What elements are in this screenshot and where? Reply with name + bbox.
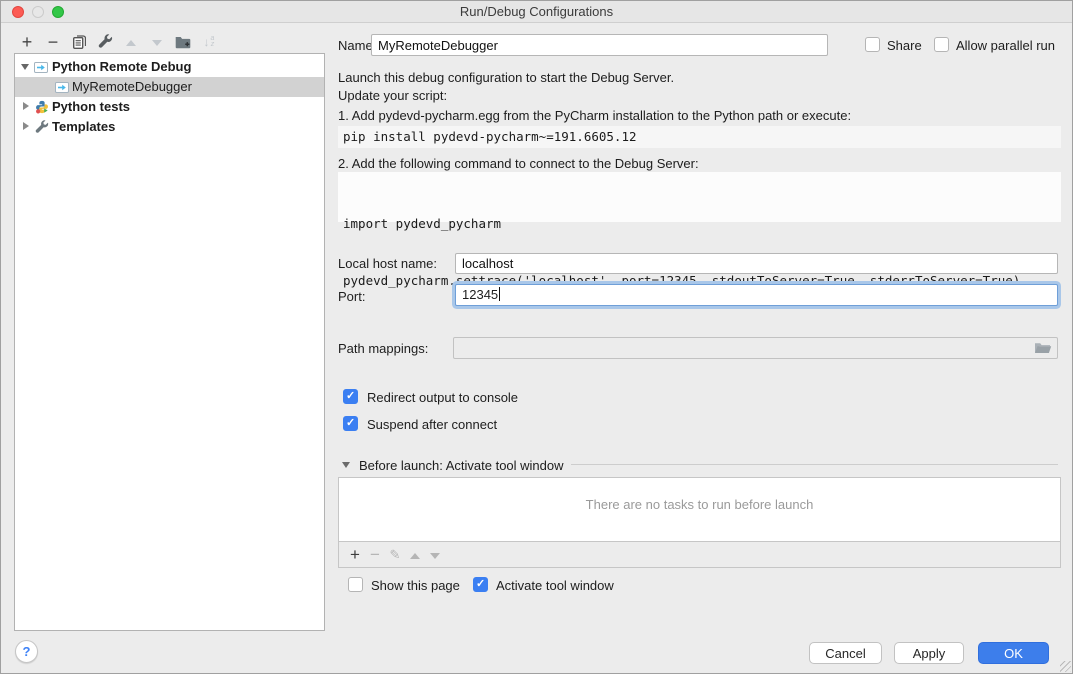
close-window-button[interactable] [12, 6, 24, 18]
path-mappings-input[interactable] [453, 337, 1058, 359]
window-title: Run/Debug Configurations [460, 4, 613, 19]
path-mappings-label: Path mappings: [338, 341, 428, 356]
tree-item-label: Python tests [52, 97, 130, 117]
run-debug-configurations-dialog: Run/Debug Configurations + − ↓az Python … [0, 0, 1073, 674]
tree-item-label: Templates [52, 117, 115, 137]
instruction-step2: 2. Add the following command to connect … [338, 156, 699, 171]
apply-button[interactable]: Apply [894, 642, 964, 664]
port-label: Port: [338, 289, 365, 304]
move-up-icon [118, 31, 144, 53]
move-task-down-icon [425, 543, 445, 567]
code-snippet-pip-install: pip install pydevd-pycharm~=191.6605.12 [338, 126, 1061, 148]
suspend-after-connect-checkbox[interactable] [343, 416, 358, 431]
code-snippet-settrace: import pydevd_pycharm pydevd_pycharm.set… [338, 172, 1061, 222]
port-value: 12345 [462, 287, 498, 302]
browse-folder-icon[interactable] [1034, 341, 1052, 358]
add-icon[interactable]: + [14, 31, 40, 53]
show-this-page-label: Show this page [371, 578, 460, 593]
move-down-icon [144, 31, 170, 53]
move-task-up-icon [405, 543, 425, 567]
local-host-name-label: Local host name: [338, 256, 437, 271]
tree-item-myremotedebugger[interactable]: MyRemoteDebugger [15, 77, 324, 97]
share-checkbox[interactable] [865, 37, 880, 52]
code-line: import pydevd_pycharm [343, 214, 1056, 233]
instruction-update: Update your script: [338, 88, 447, 103]
task-list-toolbar: + − ✎ [338, 542, 1061, 568]
activate-tool-window-label: Activate tool window [496, 578, 614, 593]
config-tree: Python Remote Debug MyRemoteDebugger Pyt… [14, 53, 325, 631]
zoom-window-button[interactable] [52, 6, 64, 18]
help-button[interactable]: ? [15, 640, 38, 663]
allow-parallel-run-label: Allow parallel run [956, 38, 1055, 53]
show-this-page-checkbox[interactable] [348, 577, 363, 592]
redirect-output-label: Redirect output to console [367, 390, 518, 405]
tree-item-label: Python Remote Debug [52, 57, 191, 77]
text-caret [499, 287, 500, 301]
edit-task-icon: ✎ [385, 543, 405, 567]
chevron-right-icon[interactable] [23, 102, 29, 110]
collapse-section-icon[interactable] [342, 462, 350, 468]
add-task-icon[interactable]: + [345, 543, 365, 567]
new-folder-icon[interactable] [170, 31, 196, 53]
cancel-button[interactable]: Cancel [809, 642, 882, 664]
chevron-down-icon[interactable] [21, 64, 29, 70]
tree-item-python-remote-debug[interactable]: Python Remote Debug [15, 57, 324, 77]
local-host-name-input[interactable] [455, 253, 1058, 274]
remove-icon[interactable]: − [40, 31, 66, 53]
wrench-icon [35, 120, 49, 140]
tree-item-python-tests[interactable]: Python tests [15, 97, 324, 117]
instruction-step1: 1. Add pydevd-pycharm.egg from the PyCha… [338, 108, 851, 123]
before-launch-task-list[interactable]: There are no tasks to run before launch [338, 477, 1061, 542]
traffic-lights [12, 6, 64, 18]
tree-item-templates[interactable]: Templates [15, 117, 324, 137]
suspend-after-connect-label: Suspend after connect [367, 417, 497, 432]
resize-grip[interactable] [1060, 661, 1071, 672]
share-label: Share [887, 38, 922, 53]
titlebar: Run/Debug Configurations [1, 1, 1072, 23]
allow-parallel-run-checkbox[interactable] [934, 37, 949, 52]
minimize-window-button [32, 6, 44, 18]
remove-task-icon: − [365, 543, 385, 567]
ok-button[interactable]: OK [978, 642, 1049, 664]
tree-item-label: MyRemoteDebugger [72, 77, 192, 97]
no-tasks-message: There are no tasks to run before launch [339, 497, 1060, 512]
activate-tool-window-checkbox[interactable] [473, 577, 488, 592]
section-divider [571, 464, 1058, 465]
chevron-right-icon[interactable] [23, 122, 29, 130]
tree-toolbar: + − ↓az [14, 31, 222, 53]
wrench-icon[interactable] [92, 31, 118, 53]
redirect-output-checkbox[interactable] [343, 389, 358, 404]
sort-alphabetically-icon: ↓az [196, 31, 222, 53]
before-launch-label: Before launch: Activate tool window [359, 458, 564, 473]
port-input[interactable]: 12345 [455, 284, 1058, 306]
copy-icon[interactable] [66, 31, 92, 53]
name-input[interactable] [371, 34, 828, 56]
instruction-intro: Launch this debug configuration to start… [338, 70, 674, 85]
